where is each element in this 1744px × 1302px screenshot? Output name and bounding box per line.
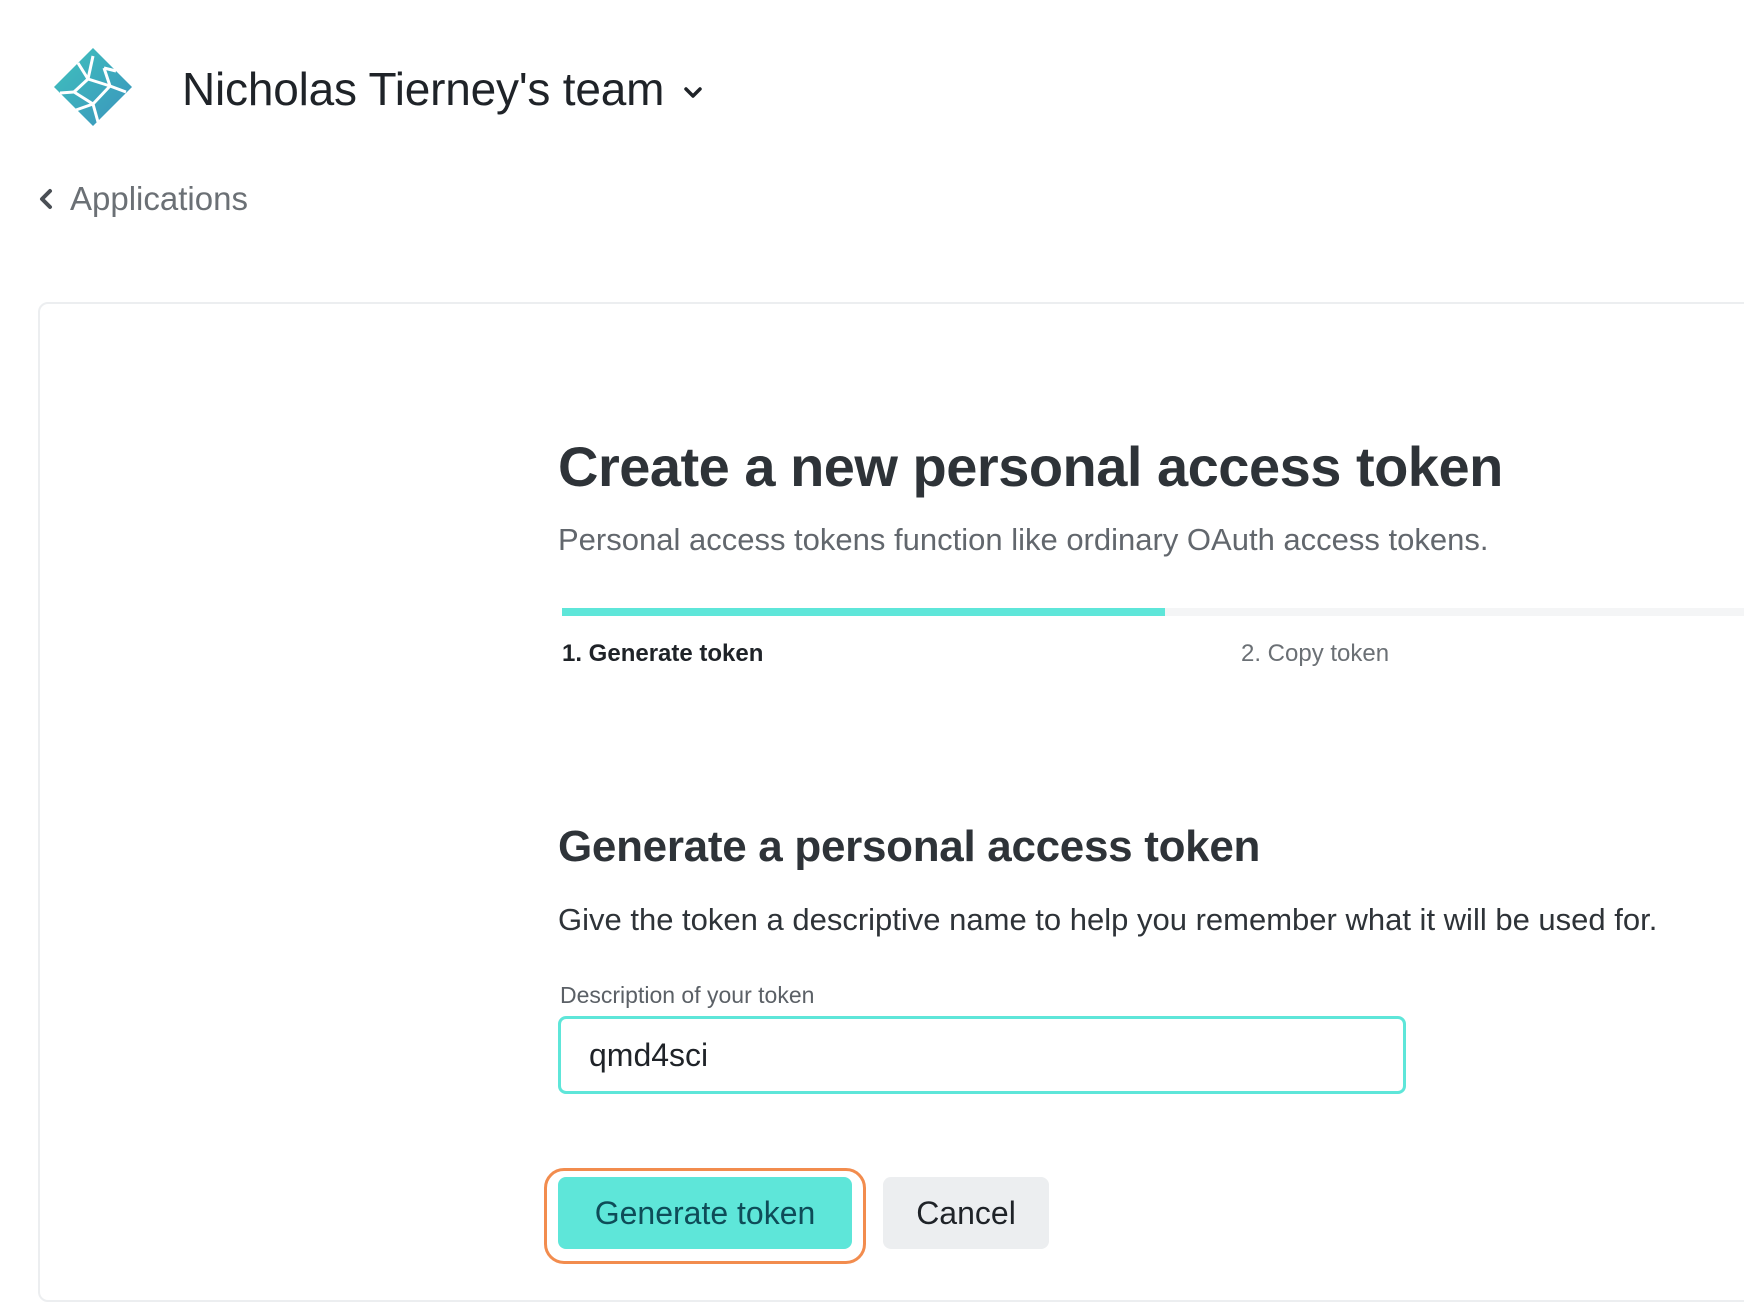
page-subtitle: Personal access tokens function like ord… [558, 522, 1489, 557]
progress-stepper: 1. Generate token 2. Copy token [558, 608, 1744, 698]
generate-token-button[interactable]: Generate token [558, 1177, 852, 1249]
back-to-applications-link[interactable]: Applications [36, 180, 248, 218]
cancel-button[interactable]: Cancel [883, 1177, 1049, 1249]
step-copy-token: 2. Copy token [1241, 640, 1390, 667]
app-header: Nicholas Tierney's team Applications [0, 0, 1744, 217]
back-link-label: Applications [70, 180, 248, 217]
section-description: Give the token a descriptive name to hel… [558, 902, 1658, 937]
team-switcher[interactable]: Nicholas Tierney's team [182, 62, 704, 116]
netlify-logo-icon-svg [54, 48, 132, 126]
token-description-label: Description of your token [560, 982, 815, 1008]
netlify-logo-icon[interactable] [52, 46, 134, 128]
token-form-content: Create a new personal access token Perso… [544, 432, 1744, 1264]
token-description-input[interactable] [558, 1016, 1406, 1094]
chevron-left-icon [36, 187, 56, 211]
section-title: Generate a personal access token [558, 822, 1261, 871]
chevron-down-icon [682, 82, 704, 104]
stepper-progress-fill [562, 608, 1165, 616]
page-title: Create a new personal access token [558, 435, 1503, 498]
team-name: Nicholas Tierney's team [182, 63, 665, 115]
step-generate-token: 1. Generate token [562, 640, 764, 667]
